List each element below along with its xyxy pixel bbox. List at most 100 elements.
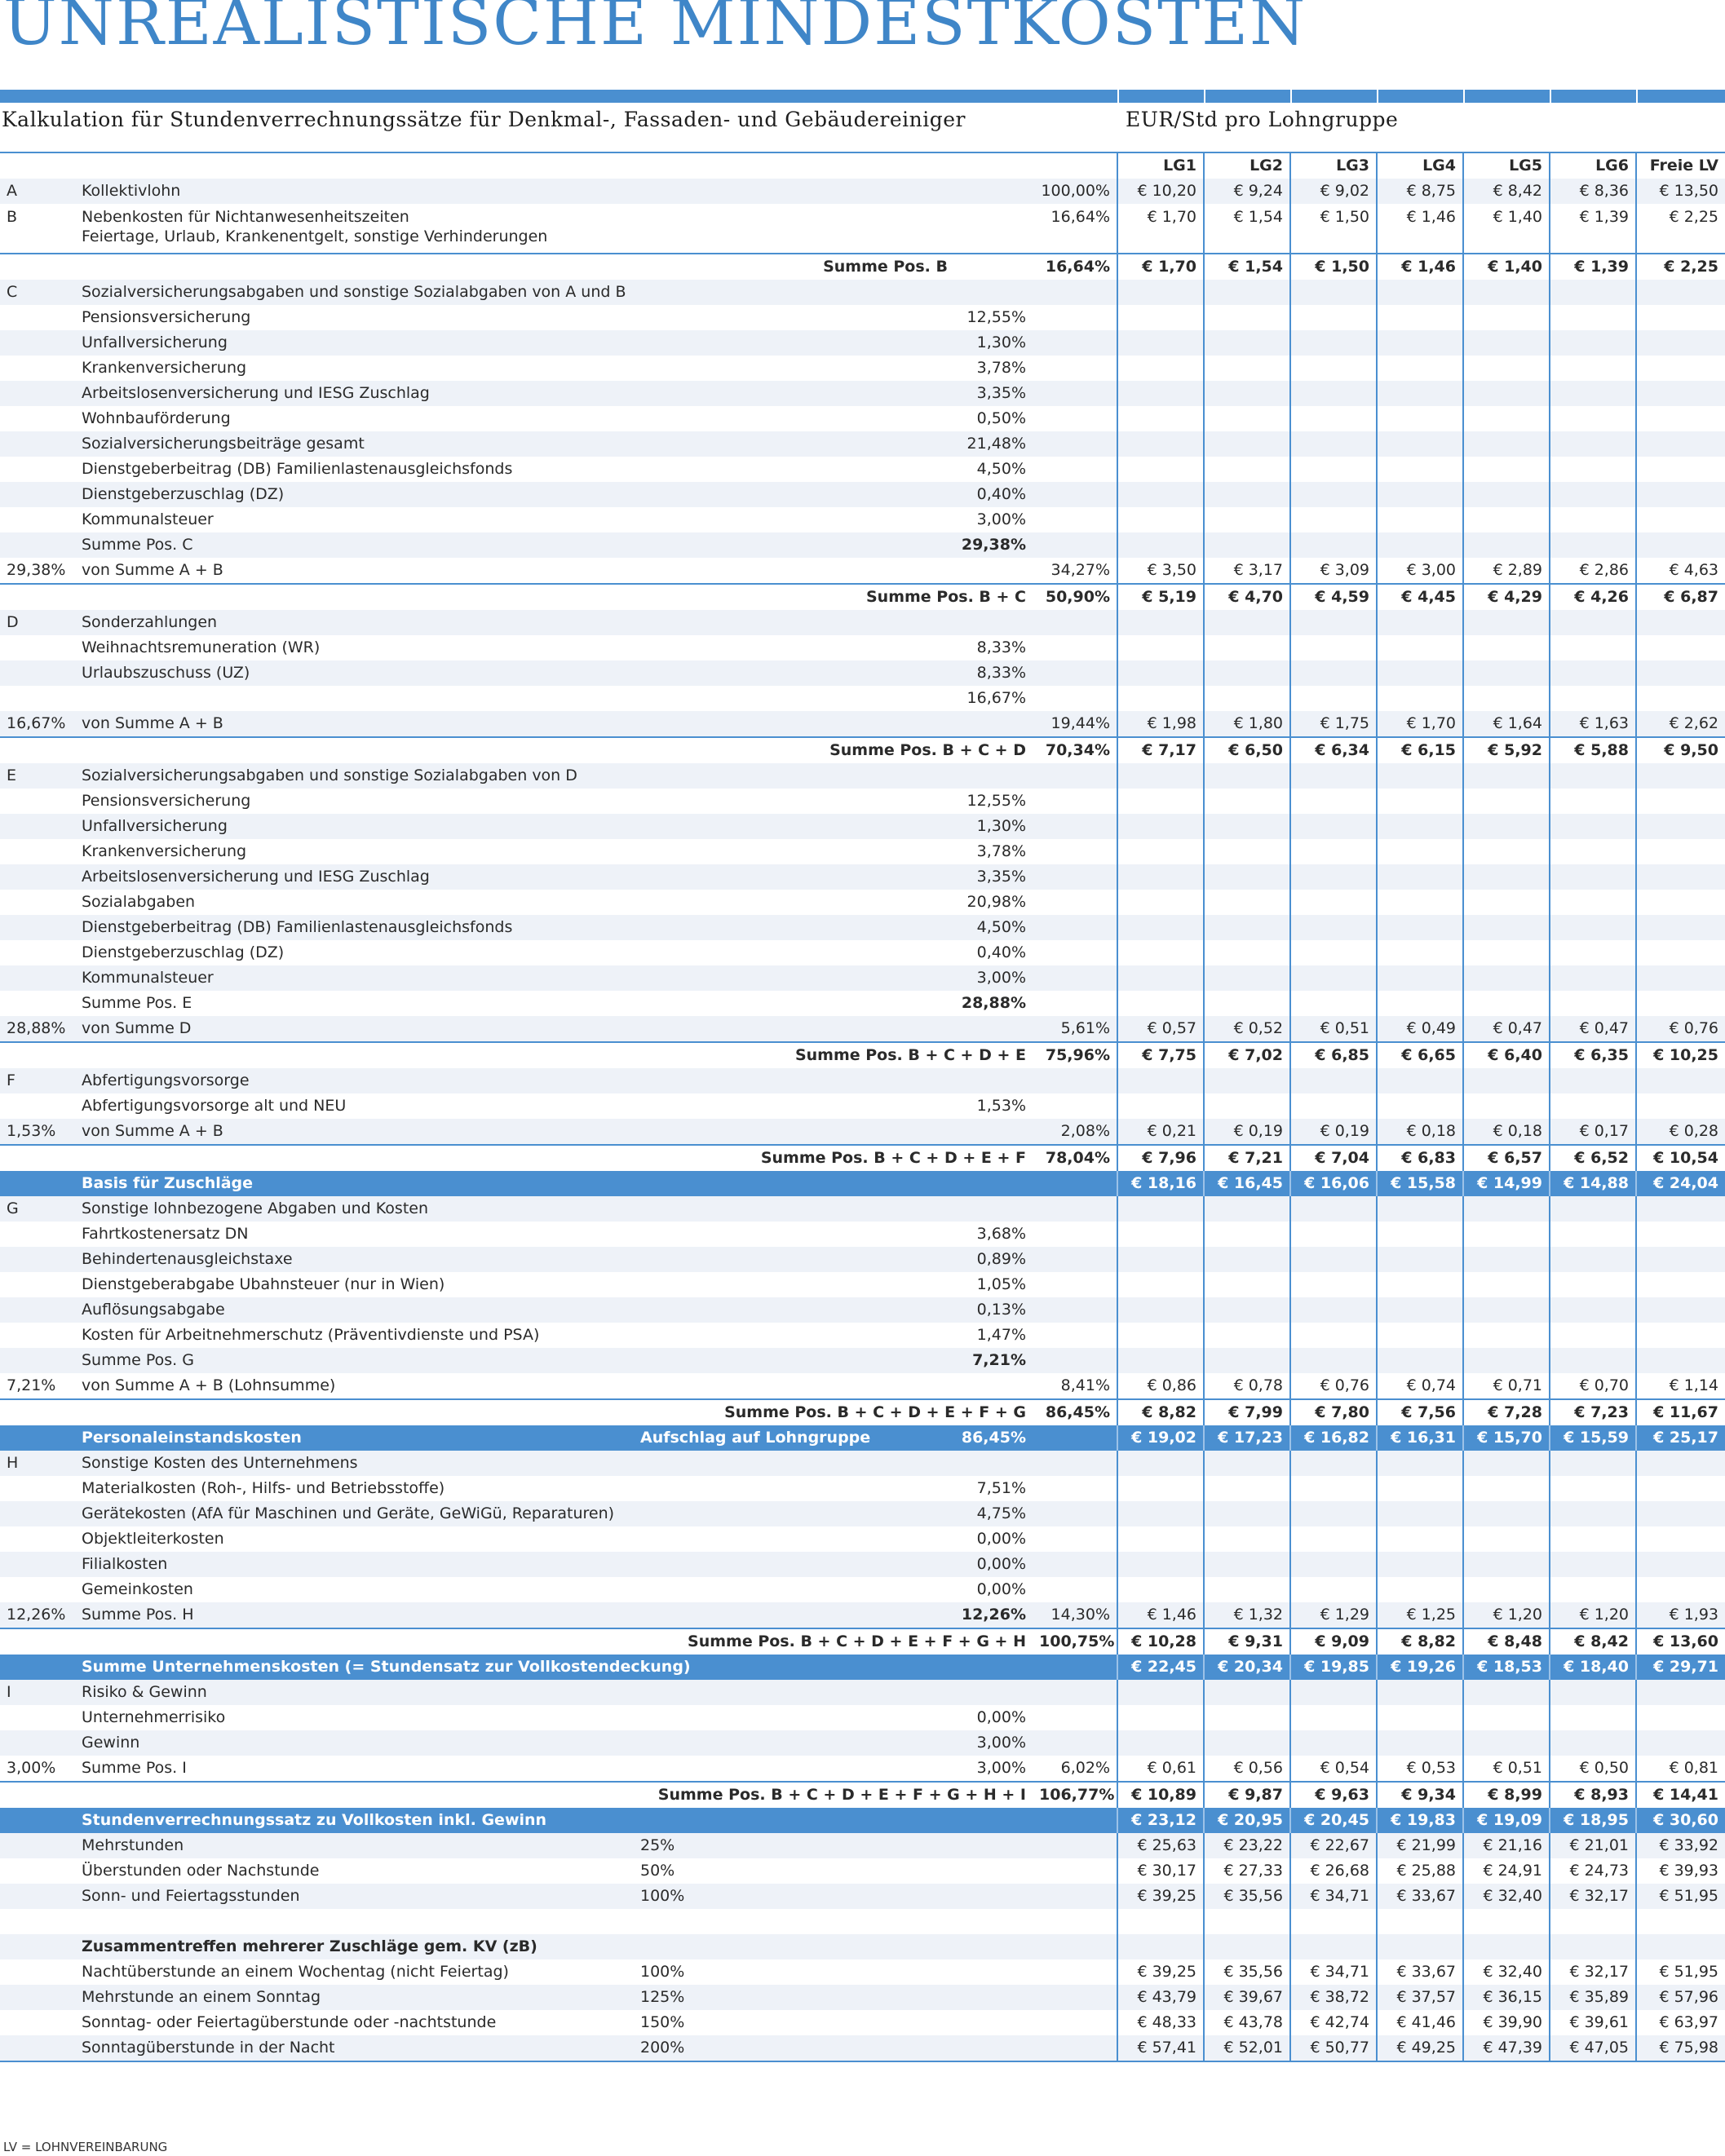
lohngruppe-value-cell <box>1376 406 1463 431</box>
lohngruppe-value-cell <box>1289 864 1377 890</box>
lohngruppe-value-cell <box>1289 1323 1377 1348</box>
description-text: Krankenversicherung <box>82 359 247 377</box>
description-text: Abfertigungsvorsorge alt und NEU <box>82 1097 347 1115</box>
lohngruppe-value-cell <box>1117 991 1204 1016</box>
lohngruppe-value-cell: € 0,21 <box>1117 1119 1204 1145</box>
lohngruppe-value-cell <box>1635 763 1725 789</box>
lohngruppe-value-cell <box>1203 431 1290 457</box>
component-percent-cell: 0,00% <box>976 1580 1026 1598</box>
lohngruppe-value-cell <box>1635 915 1725 940</box>
table-row: Summe Pos. B 16,64% € 1,70 € 1,54 € 1,50 € 1,… <box>0 253 1725 280</box>
lohngruppe-value-cell: € 7,28 <box>1462 1398 1550 1425</box>
position-cell <box>0 1247 75 1272</box>
position-cell <box>0 583 75 610</box>
lohngruppe-value-cell <box>1635 482 1725 507</box>
lohngruppe-value-cell: € 4,63 <box>1635 558 1725 584</box>
lohngruppe-value-cell <box>1376 1297 1463 1323</box>
lohngruppe-value-cell <box>1203 305 1290 330</box>
lohngruppe-value-cell: € 8,99 <box>1462 1781 1550 1808</box>
description-cell: Urlaubszuschuss (UZ) <box>75 660 634 686</box>
lohngruppe-value-cell <box>1376 507 1463 532</box>
lohngruppe-value-cell <box>1462 1476 1550 1501</box>
lohngruppe-value-cell: € 0,51 <box>1289 1016 1377 1042</box>
sum-label-cell: Summe Pos. B + C + D + E + F + G <box>634 1398 1033 1425</box>
label-cell <box>634 991 954 1016</box>
lohngruppe-value-cell: € 7,75 <box>1117 1041 1204 1068</box>
description-cell: Krankenversicherung <box>75 839 634 864</box>
lohngruppe-value-cell <box>1289 330 1377 356</box>
lohngruppe-value-cell: LG3 <box>1289 152 1377 179</box>
lohngruppe-value-cell <box>1203 660 1290 686</box>
table-row: Dienstgeberabgabe Ubahnsteuer (nur in Wi… <box>0 1272 1725 1297</box>
total-percent-cell <box>1033 1680 1117 1705</box>
lohngruppe-value-cell <box>1549 965 1636 991</box>
lohngruppe-value-cell <box>1117 381 1204 406</box>
description-text: Arbeitslosenversicherung und IESG Zuschl… <box>82 384 430 402</box>
lohngruppe-value-cell: € 1,50 <box>1289 253 1377 280</box>
lohngruppe-value-cell: € 0,18 <box>1462 1119 1550 1145</box>
lohngruppe-value-cell: € 20,95 <box>1203 1808 1290 1833</box>
lohngruppe-value-cell: € 8,82 <box>1376 1628 1463 1655</box>
lohngruppe-value-cell: € 16,06 <box>1289 1171 1377 1196</box>
lohngruppe-value-cell: € 14,41 <box>1635 1781 1725 1808</box>
lohngruppe-value-cell <box>1462 356 1550 381</box>
lohngruppe-value-cell <box>1117 1705 1204 1730</box>
lohngruppe-value-cell <box>1549 610 1636 635</box>
label-cell <box>634 179 954 204</box>
description-text: Nebenkosten für Nichtanwesenheitszeiten <box>82 208 409 226</box>
lohngruppe-value-cell <box>1289 1196 1377 1222</box>
lohngruppe-value-cell: € 1,39 <box>1549 253 1636 280</box>
description-text: Kollektivlohn <box>82 182 181 200</box>
lohngruppe-value-cell <box>1635 686 1725 711</box>
description-cell: Dienstgeberbeitrag (DB) Familienlastenau… <box>75 915 634 940</box>
header-bar-divider <box>1117 90 1119 103</box>
lohngruppe-value-cell: € 29,71 <box>1635 1655 1725 1680</box>
label-cell <box>634 204 954 254</box>
lohngruppe-value-cell: € 47,39 <box>1462 2035 1550 2062</box>
position-cell: I <box>0 1680 75 1705</box>
lohngruppe-value-cell <box>1376 610 1463 635</box>
position-cell <box>0 381 75 406</box>
lohngruppe-value-cell: € 19,85 <box>1289 1655 1377 1680</box>
position-cell <box>0 507 75 532</box>
position-cell <box>0 1655 75 1680</box>
lohngruppe-value-cell <box>1635 330 1725 356</box>
lohngruppe-value-cell: € 8,82 <box>1117 1398 1204 1425</box>
total-percent-cell <box>1033 915 1117 940</box>
label-cell <box>634 1348 954 1373</box>
description-text: Pensionsversicherung <box>82 308 251 326</box>
lohngruppe-value-cell: LG6 <box>1549 152 1636 179</box>
lohngruppe-value-cell: € 27,33 <box>1203 1858 1290 1884</box>
lohngruppe-value-cell <box>1203 890 1290 915</box>
component-percent-cell <box>954 1171 1033 1196</box>
position-cell: 7,21% <box>7 1376 56 1394</box>
lohngruppe-value-cell: € 37,57 <box>1376 1985 1463 2010</box>
total-percent-cell <box>1033 457 1117 482</box>
description-text: Sonderzahlungen <box>82 613 218 631</box>
lohngruppe-value-cell: € 35,56 <box>1203 1884 1290 1909</box>
lohngruppe-value-cell: € 17,23 <box>1203 1425 1290 1451</box>
lohngruppe-value-cell <box>1376 1705 1463 1730</box>
label-cell: 150% <box>640 2013 685 2031</box>
table-row: Sonn- und Feiertagsstunden 100% € 39,25 € 3… <box>0 1884 1725 1909</box>
lohngruppe-value-cell: € 1,50 <box>1289 204 1377 254</box>
label-cell <box>634 839 954 864</box>
label-cell <box>634 965 954 991</box>
lohngruppe-value-cell: € 10,28 <box>1117 1628 1204 1655</box>
lohngruppe-value-cell <box>1289 305 1377 330</box>
lohngruppe-value-cell <box>1289 1068 1377 1093</box>
lohngruppe-value-cell: € 6,85 <box>1289 1041 1377 1068</box>
label-cell <box>634 1909 954 1934</box>
lohngruppe-value-cell: € 2,62 <box>1635 711 1725 737</box>
label-cell <box>634 1934 954 1959</box>
label-cell <box>634 686 954 711</box>
position-cell <box>0 864 75 890</box>
lohngruppe-value-cell <box>1289 457 1377 482</box>
lohngruppe-value-cell <box>1117 1552 1204 1577</box>
lohngruppe-value-cell <box>1635 610 1725 635</box>
lohngruppe-value-cell <box>1635 532 1725 558</box>
lohngruppe-value-cell: € 0,56 <box>1203 1756 1290 1782</box>
label-cell <box>634 482 954 507</box>
lohngruppe-value-cell <box>1635 1196 1725 1222</box>
total-percent-cell <box>1033 1730 1117 1756</box>
